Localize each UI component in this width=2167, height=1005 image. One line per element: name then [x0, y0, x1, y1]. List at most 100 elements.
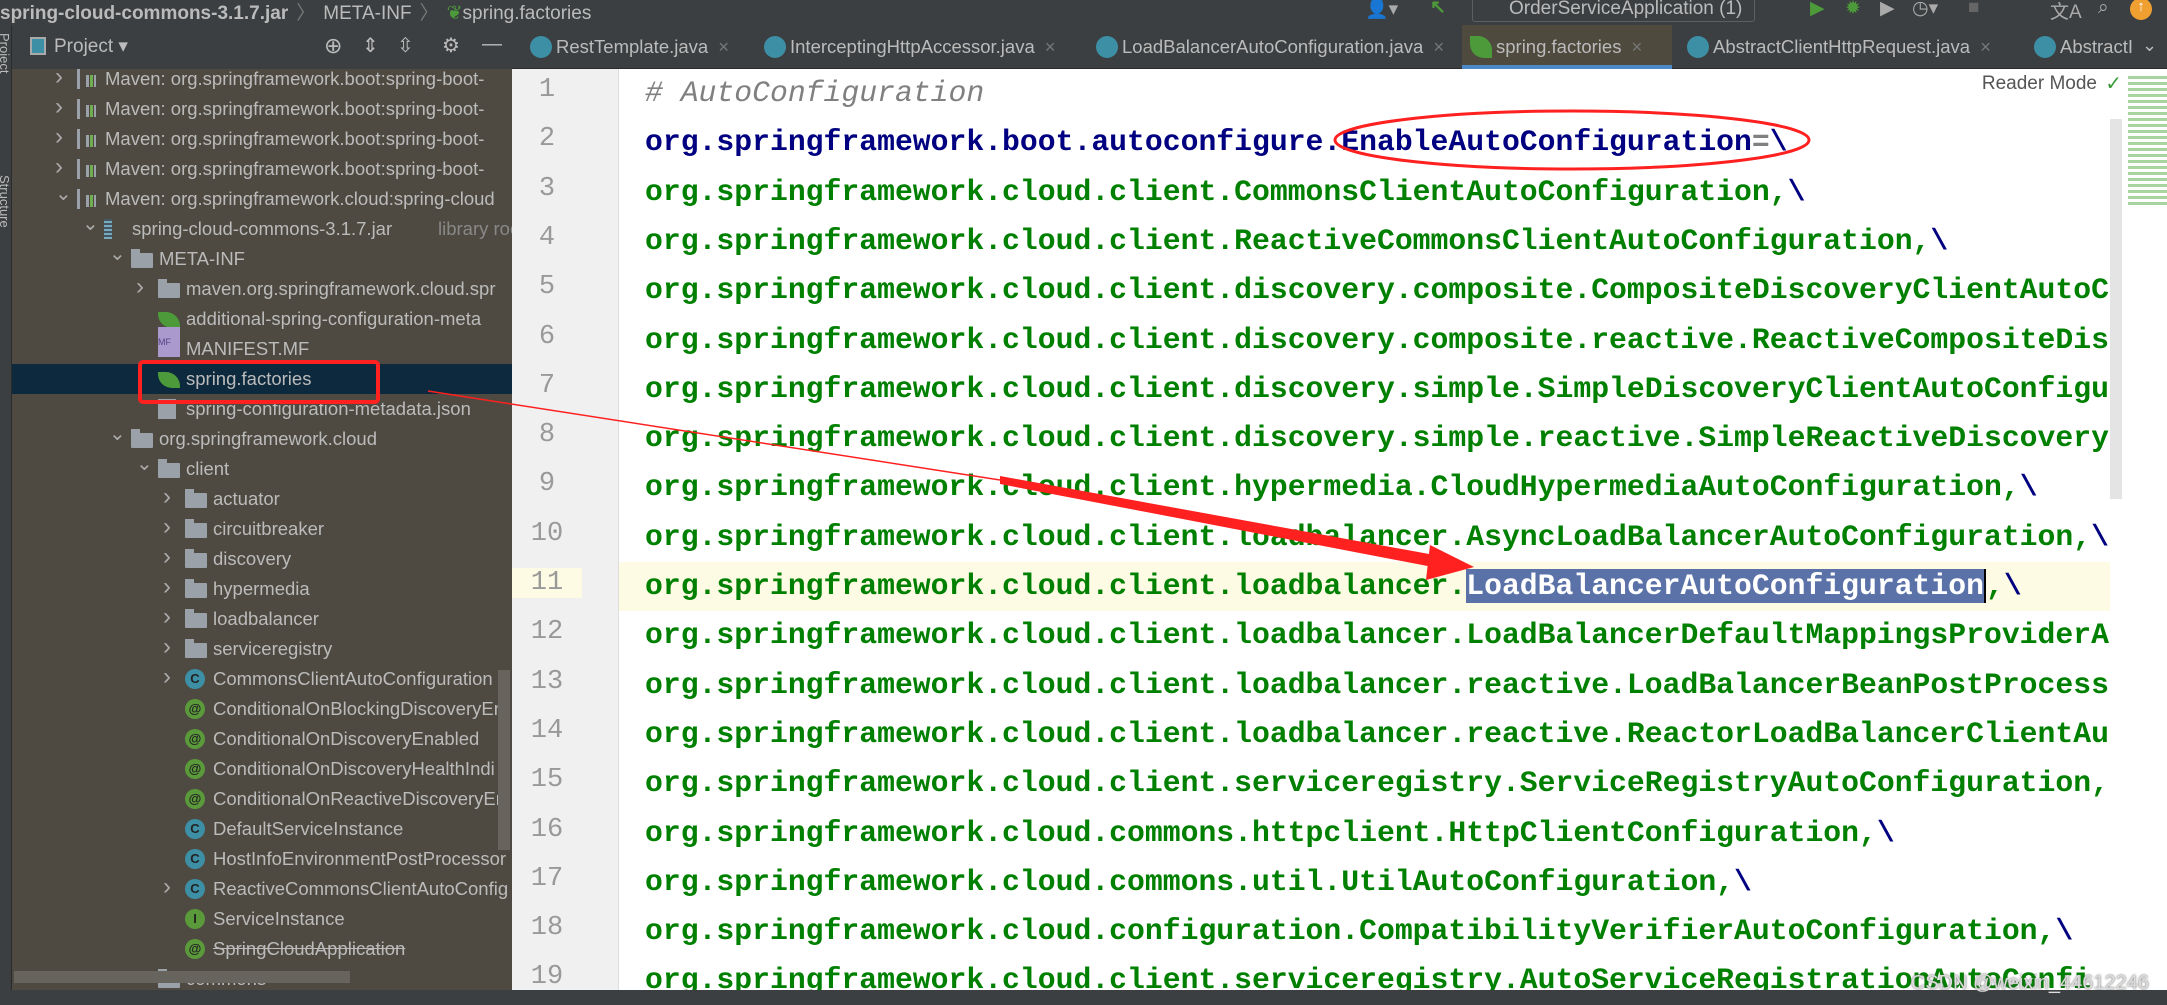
code-line[interactable]: org.springframework.cloud.configuration.…: [619, 907, 2110, 956]
debug-icon[interactable]: ✹: [1845, 0, 1861, 20]
run-icon[interactable]: ▶: [1810, 0, 1825, 20]
chevron-down-icon[interactable]: ⌄: [136, 449, 153, 479]
code-line[interactable]: org.springframework.cloud.client.loadbal…: [619, 661, 2110, 710]
code-line[interactable]: org.springframework.cloud.client.loadbal…: [619, 611, 2110, 660]
code-line[interactable]: org.springframework.cloud.commons.util.U…: [619, 858, 2110, 907]
close-icon[interactable]: ×: [718, 36, 729, 57]
chevron-right-icon[interactable]: ›: [55, 62, 69, 92]
tree-vertical-scrollbar[interactable]: [498, 670, 510, 850]
chevron-right-icon[interactable]: ›: [163, 512, 177, 542]
tree-item[interactable]: spring.factories: [12, 364, 512, 394]
code-line[interactable]: org.springframework.cloud.client.loadbal…: [619, 710, 2110, 759]
tree-item[interactable]: › Maven: org.springframework.boot:spring-…: [12, 152, 512, 184]
editor-tab[interactable]: AbstractClientHttpRequest.java ×: [1679, 25, 1991, 69]
breadcrumb-jar[interactable]: spring-cloud-commons-3.1.7.jar: [0, 3, 288, 24]
tree-item[interactable]: › Maven: org.springframework.boot:spring-…: [12, 62, 512, 94]
chevron-right-icon[interactable]: ›: [55, 122, 69, 152]
editor-tab[interactable]: RestTemplate.java ×: [522, 25, 729, 69]
tree-item[interactable]: › actuator: [12, 482, 512, 514]
close-icon[interactable]: ×: [1045, 36, 1056, 57]
editor-scrollbar[interactable]: [2110, 119, 2122, 499]
close-icon[interactable]: ×: [1980, 36, 1991, 57]
tree-item[interactable]: › loadbalancer: [12, 602, 512, 634]
tree-item[interactable]: › serviceregistry: [12, 632, 512, 664]
chevron-right-icon[interactable]: ›: [163, 872, 177, 902]
translate-icon[interactable]: 文A: [2050, 0, 2082, 24]
chevron-right-icon[interactable]: ›: [163, 662, 177, 692]
code-line[interactable]: org.springframework.cloud.client.discove…: [619, 414, 2110, 463]
tree-item[interactable]: additional-spring-configuration-meta: [12, 304, 512, 334]
tree-horizontal-scrollbar[interactable]: [14, 971, 350, 983]
editor-tab[interactable]: spring.factories ×: [1462, 25, 1672, 69]
code-line[interactable]: org.springframework.cloud.client.loadbal…: [619, 513, 2110, 562]
breadcrumb-meta-inf[interactable]: META-INF: [323, 3, 411, 24]
structure-tool-tab[interactable]: Structure: [0, 175, 12, 228]
expand-all-icon[interactable]: ⇕: [362, 33, 379, 58]
editor-tab[interactable]: AbstractI: [2026, 25, 2133, 69]
locate-icon[interactable]: ⊕: [324, 33, 342, 59]
chevron-down-icon[interactable]: ⌄: [109, 419, 126, 449]
tabs-overflow-icon[interactable]: ⌄: [2142, 35, 2157, 56]
tree-item[interactable]: › maven.org.springframework.cloud.spr: [12, 273, 512, 304]
chevron-right-icon[interactable]: ›: [55, 92, 69, 122]
reader-mode-button[interactable]: Reader Mode: [1982, 69, 2097, 109]
code-line[interactable]: # AutoConfiguration: [619, 69, 2110, 118]
user-icon[interactable]: 👤▾: [1365, 0, 1398, 21]
breadcrumb-file[interactable]: spring.factories: [463, 3, 592, 24]
code-line[interactable]: org.springframework.cloud.client.hyperme…: [619, 463, 2110, 512]
chevron-right-icon[interactable]: ›: [163, 632, 177, 662]
coverage-icon[interactable]: ▶: [1880, 0, 1895, 20]
tree-item[interactable]: @ ConditionalOnBlockingDiscoveryEn: [12, 694, 512, 724]
code-line[interactable]: org.springframework.cloud.client.discove…: [619, 266, 2110, 315]
tree-item[interactable]: spring-configuration-metadata.json: [12, 394, 512, 424]
code-line[interactable]: org.springframework.cloud.client.discove…: [619, 316, 2110, 365]
gear-icon[interactable]: ⚙: [442, 33, 460, 58]
code-line[interactable]: org.springframework.cloud.client.Commons…: [619, 168, 2110, 217]
code-line[interactable]: org.springframework.cloud.commons.httpcl…: [619, 809, 2110, 858]
tree-item[interactable]: @ ConditionalOnDiscoveryEnabled: [12, 724, 512, 754]
inspection-ok-icon[interactable]: ✓: [2105, 69, 2122, 109]
tree-item[interactable]: C DefaultServiceInstance: [12, 814, 512, 844]
tree-item[interactable]: ⌄ client: [12, 453, 512, 484]
minimap[interactable]: [2128, 75, 2167, 205]
chevron-down-icon[interactable]: ⌄: [82, 209, 99, 239]
chevron-down-icon[interactable]: ⌄: [109, 239, 126, 269]
code-line[interactable]: org.springframework.cloud.client.service…: [619, 759, 2110, 808]
chevron-right-icon[interactable]: ›: [163, 542, 177, 572]
stop-icon[interactable]: ■: [1968, 0, 1979, 19]
tree-item[interactable]: @ ConditionalOnDiscoveryHealthIndi: [12, 754, 512, 784]
code-line[interactable]: org.springframework.boot.autoconfigure.E…: [619, 118, 2110, 167]
project-tool-tab[interactable]: Project: [0, 33, 12, 73]
code-line[interactable]: org.springframework.cloud.client.Reactiv…: [619, 217, 2110, 266]
editor-tab[interactable]: InterceptingHttpAccessor.java ×: [756, 25, 1056, 69]
chevron-right-icon[interactable]: ›: [163, 602, 177, 632]
close-icon[interactable]: ×: [1631, 36, 1642, 57]
editor-tab[interactable]: LoadBalancerAutoConfiguration.java ×: [1088, 25, 1444, 69]
tree-item[interactable]: › discovery: [12, 542, 512, 574]
code-line[interactable]: org.springframework.cloud.client.discove…: [619, 365, 2110, 414]
close-icon[interactable]: ×: [1433, 36, 1444, 57]
chevron-right-icon[interactable]: ›: [55, 152, 69, 182]
code-line[interactable]: org.springframework.cloud.client.loadbal…: [619, 562, 2110, 612]
tree-item[interactable]: › hypermedia: [12, 572, 512, 604]
tree-item[interactable]: C HostInfoEnvironmentPostProcessor: [12, 844, 512, 874]
tree-item[interactable]: ⌄ spring-cloud-commons-3.1.7.jar library r…: [12, 213, 512, 244]
tree-item[interactable]: ⌄ META-INF: [12, 243, 512, 274]
collapse-all-icon[interactable]: ⇳: [397, 33, 414, 58]
chevron-right-icon[interactable]: ›: [163, 482, 177, 512]
tree-item[interactable]: I ServiceInstance: [12, 904, 512, 934]
code-line[interactable]: org.springframework.cloud.client.service…: [619, 956, 2110, 990]
profile-icon[interactable]: ◷▾: [1912, 0, 1938, 20]
tree-item[interactable]: @ SpringCloudApplication: [12, 934, 512, 964]
tree-item[interactable]: › Maven: org.springframework.boot:spring-…: [12, 92, 512, 124]
search-icon[interactable]: ⌕: [2098, 0, 2109, 19]
chevron-right-icon[interactable]: ›: [163, 572, 177, 602]
build-hammer-icon[interactable]: ↖: [1430, 0, 1446, 19]
project-view-select[interactable]: Project ▾: [54, 35, 128, 58]
tree-item[interactable]: ⌄ org.springframework.cloud: [12, 423, 512, 454]
tree-item[interactable]: › C CommonsClientAutoConfiguration: [12, 662, 512, 694]
tree-item[interactable]: › C ReactiveCommonsClientAutoConfig: [12, 872, 512, 904]
code-area[interactable]: # AutoConfiguration org.springframework.b…: [619, 69, 2110, 990]
editor[interactable]: 1 2 3 4 5 6 7 8 9 10 11 12 13 14 15 16 17 18 19 # AutoConf…: [512, 69, 2167, 990]
run-configuration-select[interactable]: OrderServiceApplication (1) ▾: [1472, 0, 1755, 43]
